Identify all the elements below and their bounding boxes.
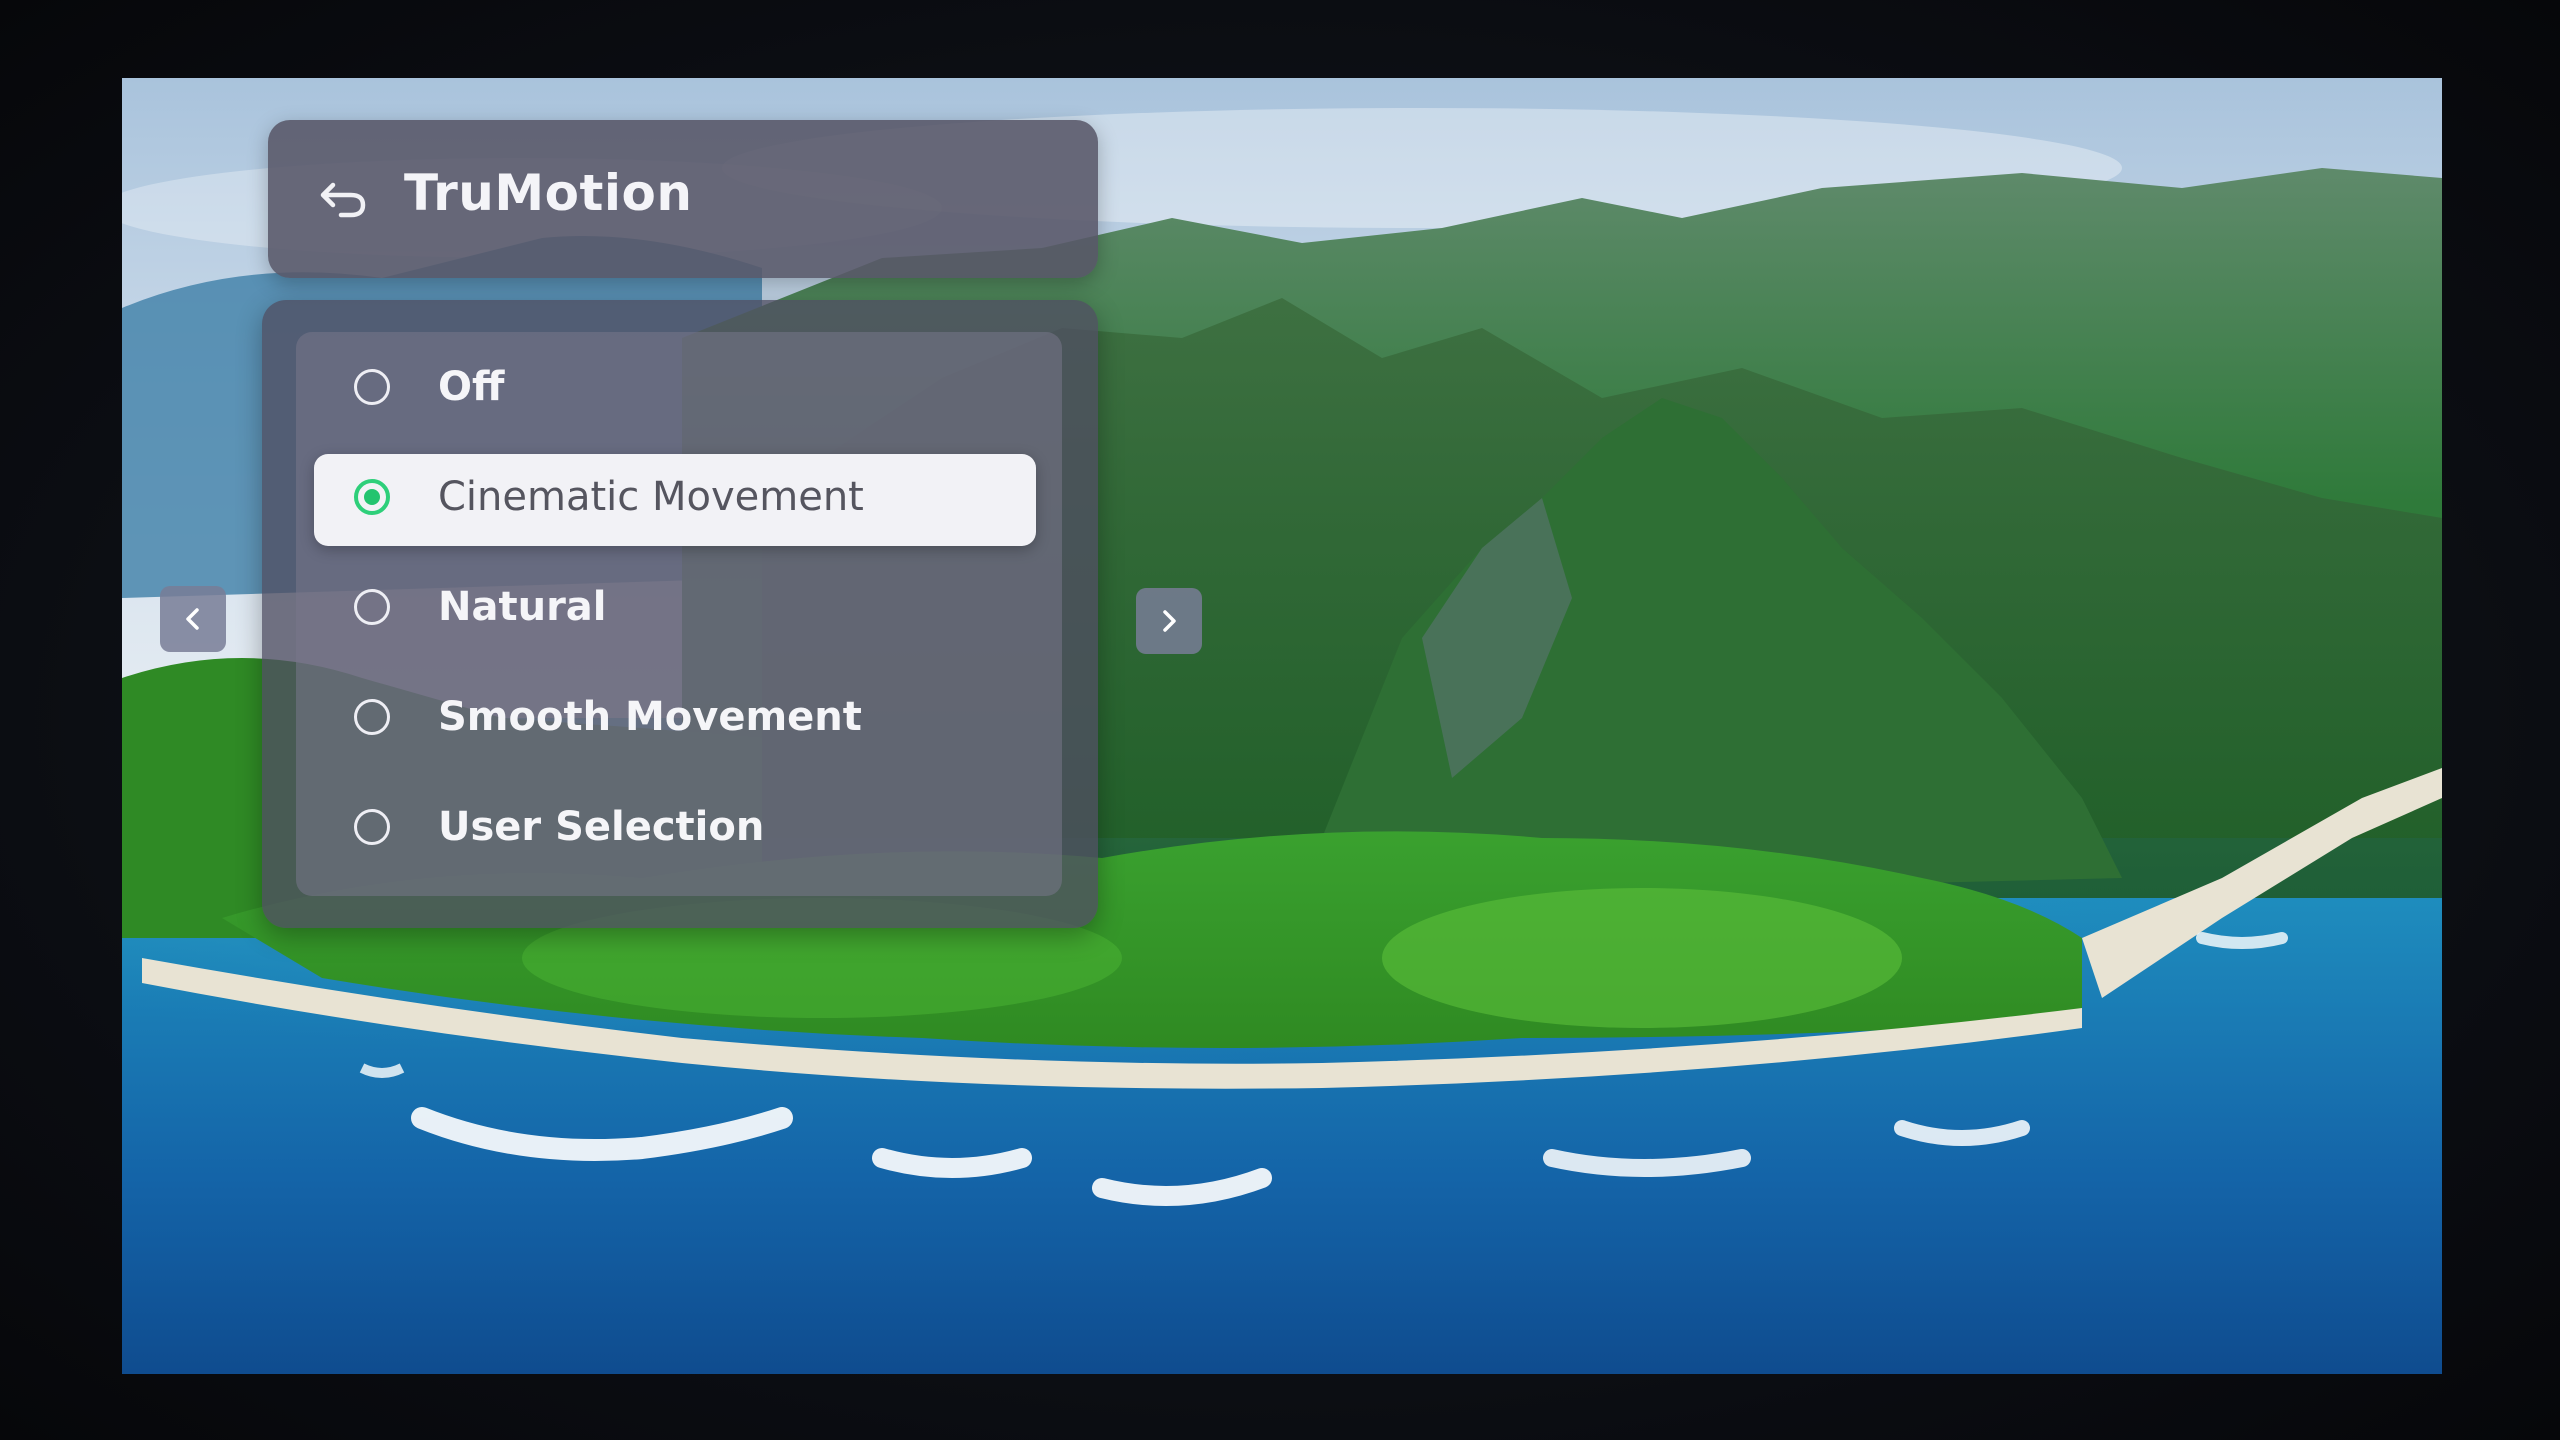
options-panel: Off Cinematic Movement Natural Smooth Mo… <box>262 300 1098 928</box>
option-label: User Selection <box>438 804 765 850</box>
option-user-selection[interactable]: User Selection <box>314 784 1036 876</box>
chevron-left-icon <box>186 608 199 630</box>
options-list: Off Cinematic Movement Natural Smooth Mo… <box>296 332 1062 896</box>
previous-button[interactable] <box>160 586 226 652</box>
option-label: Off <box>438 364 505 410</box>
room-background: TruMotion Off Cinematic Movement Natural <box>0 0 2560 1440</box>
option-natural[interactable]: Natural <box>314 564 1036 656</box>
radio-button[interactable] <box>354 369 390 405</box>
option-label: Cinematic Movement <box>438 474 864 520</box>
option-smooth-movement[interactable]: Smooth Movement <box>314 674 1036 766</box>
radio-button-selected[interactable] <box>354 479 390 515</box>
option-off[interactable]: Off <box>314 344 1036 436</box>
option-label: Smooth Movement <box>438 694 862 740</box>
tv-screen: TruMotion Off Cinematic Movement Natural <box>122 78 2442 1374</box>
radio-button[interactable] <box>354 699 390 735</box>
radio-button[interactable] <box>354 589 390 625</box>
chevron-right-icon <box>1163 610 1176 632</box>
back-arrow-icon <box>320 182 366 218</box>
option-cinematic-movement[interactable]: Cinematic Movement <box>314 454 1036 546</box>
menu-header: TruMotion <box>268 120 1098 278</box>
radio-button[interactable] <box>354 809 390 845</box>
back-button[interactable] <box>310 166 376 232</box>
page-title: TruMotion <box>404 164 693 222</box>
option-label: Natural <box>438 584 607 630</box>
next-button[interactable] <box>1136 588 1202 654</box>
